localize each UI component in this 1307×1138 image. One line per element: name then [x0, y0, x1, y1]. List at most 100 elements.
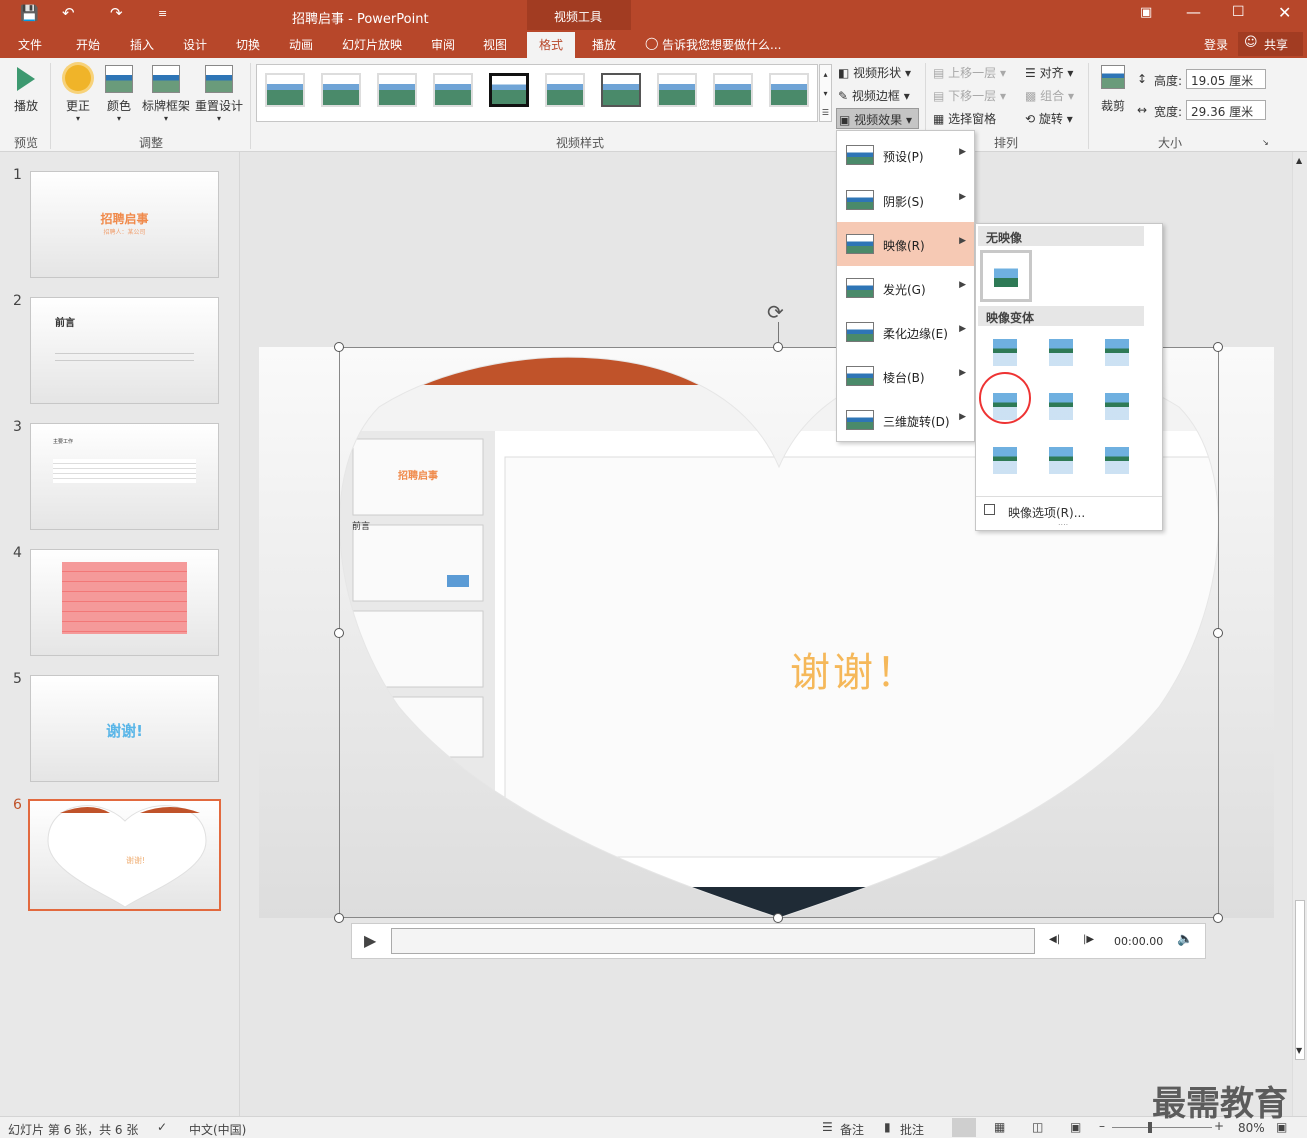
- video-style-3[interactable]: [377, 73, 417, 107]
- reading-view-icon[interactable]: ◫: [1032, 1120, 1043, 1134]
- video-shape-button[interactable]: ◧ 视频形状 ▾: [838, 64, 911, 81]
- selection-pane-button[interactable]: ▦ 选择窗格: [933, 110, 996, 127]
- scroll-down-icon[interactable]: ▼: [1296, 1046, 1302, 1055]
- step-back-icon[interactable]: ◀|: [1049, 934, 1060, 945]
- video-style-2[interactable]: [321, 73, 361, 107]
- step-forward-icon[interactable]: |▶: [1083, 934, 1094, 945]
- corrections-button[interactable]: 更正 ▾: [60, 65, 96, 123]
- gallery-scroll[interactable]: ▴ ▾ ☰: [819, 64, 832, 122]
- video-style-6[interactable]: [545, 73, 585, 107]
- ribbon-display-icon[interactable]: ▣: [1140, 5, 1152, 20]
- width-input[interactable]: 29.36 厘米: [1186, 100, 1266, 120]
- slide-thumb-1[interactable]: 招聘启事 招聘人：某公司: [30, 171, 219, 278]
- minimize-icon[interactable]: —: [1186, 3, 1201, 21]
- resize-handle[interactable]: [1213, 628, 1223, 638]
- tab-home[interactable]: 开始: [76, 36, 100, 53]
- seek-bar[interactable]: [391, 928, 1035, 954]
- video-styles-gallery[interactable]: [256, 64, 818, 122]
- bring-forward-button[interactable]: ▤ 上移一层 ▾: [933, 64, 1006, 81]
- slide-thumb-5[interactable]: 谢谢!: [30, 675, 219, 782]
- save-icon[interactable]: 💾: [20, 4, 39, 22]
- reflection-variant-6[interactable]: [1105, 388, 1129, 420]
- reset-design-button[interactable]: 重置设计 ▾: [194, 65, 244, 123]
- slide-thumb-6[interactable]: 谢谢!: [28, 799, 221, 911]
- tab-review[interactable]: 审阅: [431, 36, 455, 53]
- tab-slideshow[interactable]: 幻灯片放映: [342, 36, 402, 53]
- play-icon[interactable]: ▶: [364, 931, 376, 950]
- height-input[interactable]: 19.05 厘米: [1186, 69, 1266, 89]
- reflection-variant-2[interactable]: [1049, 334, 1073, 366]
- tell-me-input[interactable]: 告诉我您想要做什么...: [662, 36, 781, 53]
- video-style-9[interactable]: [713, 73, 753, 107]
- play-button[interactable]: 播放: [10, 65, 42, 114]
- tab-insert[interactable]: 插入: [130, 36, 154, 53]
- size-dialog-launcher-icon[interactable]: ↘: [1262, 138, 1269, 147]
- reflection-options-checkbox[interactable]: [984, 504, 995, 515]
- video-style-8[interactable]: [657, 73, 697, 107]
- video-style-1[interactable]: [265, 73, 305, 107]
- vertical-scrollbar[interactable]: ▲ ▼: [1292, 152, 1307, 1116]
- menu-item-bevel[interactable]: 棱台(B) ▶: [837, 354, 974, 398]
- rotate-button[interactable]: ⟲ 旋转 ▾: [1025, 110, 1073, 127]
- tab-file[interactable]: 文件: [18, 36, 42, 53]
- reflection-variant-8[interactable]: [1049, 442, 1073, 474]
- slide-thumb-4[interactable]: [30, 549, 219, 656]
- menu-item-3d-rotation[interactable]: 三维旋转(D) ▶: [837, 398, 974, 442]
- resize-handle[interactable]: [334, 913, 344, 923]
- resize-handle[interactable]: [1213, 913, 1223, 923]
- reflection-variant-1[interactable]: [993, 334, 1017, 366]
- language-indicator[interactable]: 中文(中国): [189, 1121, 246, 1138]
- menu-item-soft-edges[interactable]: 柔化边缘(E) ▶: [837, 310, 974, 354]
- resize-handle[interactable]: [773, 342, 783, 352]
- resize-handle[interactable]: [1213, 342, 1223, 352]
- tab-format[interactable]: 格式: [527, 32, 576, 58]
- resize-handle[interactable]: [773, 913, 783, 923]
- close-icon[interactable]: ✕: [1278, 3, 1291, 22]
- notes-button[interactable]: 备注: [840, 1121, 864, 1138]
- reflection-variant-5[interactable]: [1049, 388, 1073, 420]
- video-style-5[interactable]: [489, 73, 529, 107]
- maximize-icon[interactable]: ☐: [1232, 4, 1245, 20]
- zoom-slider[interactable]: [1112, 1127, 1212, 1128]
- menu-item-reflection[interactable]: 映像(R) ▶: [837, 222, 974, 266]
- comments-button[interactable]: 批注: [900, 1121, 924, 1138]
- slide-thumb-2[interactable]: 前言: [30, 297, 219, 404]
- slideshow-view-icon[interactable]: ▣: [1070, 1120, 1081, 1134]
- tab-design[interactable]: 设计: [183, 36, 207, 53]
- resize-grip-icon[interactable]: ....: [1058, 518, 1068, 527]
- customize-qat-icon[interactable]: ≡: [158, 7, 167, 20]
- menu-item-glow[interactable]: 发光(G) ▶: [837, 266, 974, 310]
- video-style-10[interactable]: [769, 73, 809, 107]
- align-button[interactable]: ☰ 对齐 ▾: [1025, 64, 1073, 81]
- scroll-thumb[interactable]: [1295, 900, 1305, 1060]
- tab-transitions[interactable]: 切换: [236, 36, 260, 53]
- color-button[interactable]: 颜色 ▾: [103, 65, 135, 123]
- tab-playback[interactable]: 播放: [592, 36, 616, 53]
- video-style-4[interactable]: [433, 73, 473, 107]
- reflection-options-link[interactable]: 映像选项(R)...: [1008, 504, 1085, 521]
- resize-handle[interactable]: [334, 628, 344, 638]
- reflection-variant-9[interactable]: [1105, 442, 1129, 474]
- undo-icon[interactable]: ↶: [62, 4, 75, 22]
- share-button[interactable]: ☺ 共享: [1238, 32, 1303, 56]
- group-button[interactable]: ▩ 组合 ▾: [1025, 87, 1074, 104]
- poster-frame-button[interactable]: 标牌框架 ▾: [140, 65, 192, 123]
- redo-icon[interactable]: ↷: [110, 4, 123, 22]
- spellcheck-icon[interactable]: ✓: [157, 1120, 167, 1134]
- menu-item-shadow[interactable]: 阴影(S) ▶: [837, 178, 974, 222]
- zoom-out-icon[interactable]: –: [1099, 1119, 1105, 1133]
- slide-thumb-3[interactable]: 主要工作: [30, 423, 219, 530]
- scroll-up-icon[interactable]: ▲: [1296, 156, 1302, 165]
- normal-view-icon[interactable]: [952, 1118, 976, 1137]
- send-backward-button[interactable]: ▤ 下移一层 ▾: [933, 87, 1006, 104]
- slide-sorter-icon[interactable]: ▦: [994, 1120, 1005, 1134]
- tab-animations[interactable]: 动画: [289, 36, 313, 53]
- menu-item-preset[interactable]: 预设(P) ▶: [837, 133, 974, 177]
- crop-button[interactable]: 裁剪: [1097, 65, 1129, 114]
- resize-handle[interactable]: [334, 342, 344, 352]
- volume-icon[interactable]: 🔈: [1177, 932, 1193, 947]
- tab-view[interactable]: 视图: [483, 36, 507, 53]
- video-style-7[interactable]: [601, 73, 641, 107]
- reflection-variant-7[interactable]: [993, 442, 1017, 474]
- video-effects-button[interactable]: ▣ 视频效果 ▾: [836, 108, 919, 129]
